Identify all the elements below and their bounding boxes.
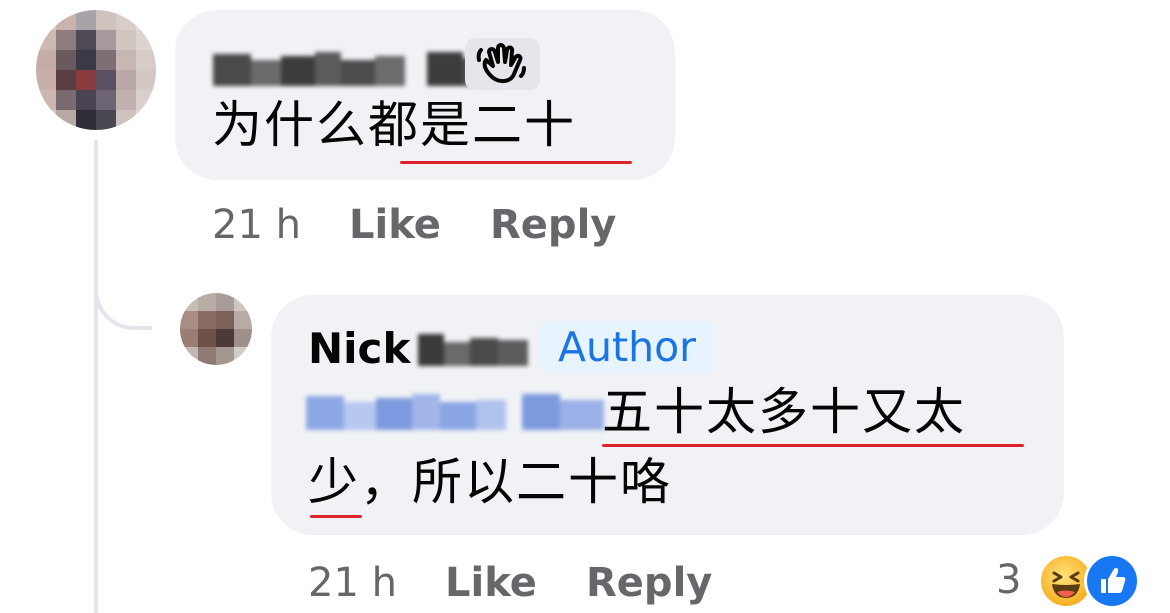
reply-link[interactable]: Reply — [586, 563, 712, 603]
reply-author-name[interactable]: Nick — [308, 328, 410, 370]
waving-hand-icon — [476, 43, 526, 83]
mention-redacted[interactable] — [306, 392, 604, 430]
reply-time[interactable]: 21 h — [308, 563, 397, 603]
like-icon[interactable] — [1084, 553, 1140, 609]
thread-connector — [94, 268, 152, 330]
avatar[interactable] — [180, 293, 252, 365]
comment-thread: 为什么都是二十 21 h Like Reply Nick Author 五十太多… — [0, 0, 1170, 613]
reply-author-surname-redacted[interactable] — [418, 332, 528, 366]
reply-link[interactable]: Reply — [490, 205, 616, 245]
reply-text-line1: 五十太多十又太 — [602, 383, 966, 441]
like-link[interactable]: Like — [349, 205, 441, 245]
author-badge: Author — [540, 321, 714, 373]
spellcheck-underline — [310, 515, 362, 518]
comment-time[interactable]: 21 h — [212, 205, 301, 245]
author-name-redacted[interactable] — [213, 48, 501, 86]
reaction-count[interactable]: 3 — [996, 560, 1021, 600]
avatar[interactable] — [36, 10, 156, 130]
badge — [465, 38, 540, 90]
comment-text: 为什么都是二十 — [212, 96, 576, 154]
comment-bubble — [175, 10, 675, 180]
thread-line — [94, 140, 98, 613]
reply-text-line2: 少，所以二十咯 — [308, 453, 672, 511]
spellcheck-underline — [400, 161, 632, 164]
like-link[interactable]: Like — [445, 563, 537, 603]
spellcheck-underline — [602, 444, 1024, 447]
